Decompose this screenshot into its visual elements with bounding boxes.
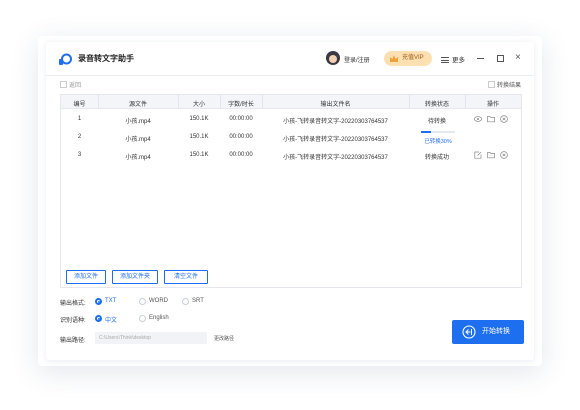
progress-label: 已转换30% xyxy=(424,139,452,145)
crown-icon xyxy=(390,55,398,62)
header-index: 编号 xyxy=(73,102,86,108)
cell-size: 150.1K xyxy=(189,116,209,122)
vip-label: 充值VIP xyxy=(402,55,424,61)
more-menu[interactable]: 更多 xyxy=(441,54,465,64)
edit-icon[interactable] xyxy=(474,151,482,159)
app-title: 录音转文字助手 xyxy=(78,54,134,63)
delete-icon[interactable] xyxy=(500,151,508,159)
header-size: 大小 xyxy=(192,102,205,108)
cell-source: 小孩.mp4 xyxy=(125,119,151,125)
cell-index: 3 xyxy=(77,152,82,158)
cell-output: 小孩-飞转录音转文字-20220303764537 xyxy=(283,119,388,125)
login-link[interactable]: 登录/注册 xyxy=(344,55,370,64)
back-icon xyxy=(60,81,67,88)
language-english-radio[interactable] xyxy=(139,315,146,322)
language-chinese-label[interactable]: 中文 xyxy=(105,315,117,324)
cell-size: 150.1K xyxy=(189,134,209,140)
language-label: 识别语种: xyxy=(60,318,86,324)
convert-icon xyxy=(462,325,476,339)
header-actions: 操作 xyxy=(486,102,499,108)
cell-duration: 00:00:00 xyxy=(229,134,253,140)
eye-icon[interactable] xyxy=(474,115,482,123)
clear-files-button[interactable]: 清空文件 xyxy=(164,270,208,284)
format-word-label[interactable]: WORD xyxy=(149,298,168,304)
cell-duration: 00:00:00 xyxy=(229,116,253,122)
folder-icon xyxy=(488,81,495,88)
language-english-label[interactable]: English xyxy=(149,315,169,321)
cell-source: 小孩.mp4 xyxy=(125,137,151,143)
cell-output: 小孩-飞转录音转文字-20220303764537 xyxy=(283,137,388,143)
header-duration: 字数/时长 xyxy=(228,102,254,108)
table-row[interactable]: 2 小孩.mp4 150.1K 00:00:00 小孩-飞转录音转文字-2022… xyxy=(61,129,521,147)
add-folder-button[interactable]: 添加文件夹 xyxy=(112,270,158,284)
cell-status: 待转换 xyxy=(427,119,446,125)
cell-duration: 00:00:00 xyxy=(229,152,253,158)
more-label: 更多 xyxy=(452,57,465,64)
cell-index: 2 xyxy=(77,134,82,140)
format-srt-label[interactable]: SRT xyxy=(192,298,204,304)
table-header: 编号 源文件 大小 字数/时长 输出文件名 转换状态 操作 xyxy=(61,95,521,109)
cell-source: 小孩.mp4 xyxy=(125,155,151,161)
folder-icon[interactable] xyxy=(487,151,495,159)
app-window: 录音转文字助手 登录/注册 充值VIP 更多 × 返回 转换结果 编号 源文件 … xyxy=(46,42,534,360)
header-output: 输出文件名 xyxy=(320,102,351,108)
table-row[interactable]: 1 小孩.mp4 150.1K 00:00:00 小孩-飞转录音转文字-2022… xyxy=(61,111,521,129)
vip-button[interactable]: 充值VIP xyxy=(384,51,432,66)
format-txt-radio[interactable] xyxy=(95,298,102,305)
start-convert-button[interactable]: 开始转换 xyxy=(452,320,524,344)
title-bar: 录音转文字助手 登录/注册 充值VIP 更多 × xyxy=(46,42,534,76)
close-icon[interactable]: × xyxy=(515,53,521,63)
cell-output: 小孩-飞转录音转文字-20220303764537 xyxy=(283,155,388,161)
format-srt-radio[interactable] xyxy=(182,298,189,305)
minimize-icon[interactable] xyxy=(477,58,484,59)
result-button[interactable]: 转换结果 xyxy=(488,80,521,89)
language-chinese-radio[interactable] xyxy=(95,315,102,322)
cell-index: 1 xyxy=(77,116,82,122)
app-logo-icon xyxy=(59,53,72,65)
path-label: 输出路径: xyxy=(60,338,86,344)
header-source: 源文件 xyxy=(128,102,147,108)
cell-status: 转换成功 xyxy=(424,155,449,161)
format-word-radio[interactable] xyxy=(139,298,146,305)
result-label: 转换结果 xyxy=(497,83,522,89)
format-txt-label[interactable]: TXT xyxy=(105,298,116,304)
start-label: 开始转换 xyxy=(482,328,510,335)
change-path-link[interactable]: 更改路径 xyxy=(214,335,234,342)
maximize-icon[interactable] xyxy=(497,55,504,62)
back-button[interactable]: 返回 xyxy=(60,80,81,89)
folder-icon[interactable] xyxy=(487,115,495,123)
output-path-input[interactable] xyxy=(95,332,207,344)
menu-icon xyxy=(441,57,449,63)
delete-icon[interactable] xyxy=(500,115,508,123)
format-label: 输出格式: xyxy=(60,301,86,307)
header-status: 转换状态 xyxy=(424,102,449,108)
file-table: 编号 源文件 大小 字数/时长 输出文件名 转换状态 操作 1 小孩.mp4 1… xyxy=(60,94,522,288)
back-label: 返回 xyxy=(69,83,82,89)
progress-bar xyxy=(421,131,455,133)
add-file-button[interactable]: 添加文件 xyxy=(66,270,106,284)
progress-fill xyxy=(421,131,432,133)
cell-size: 150.1K xyxy=(189,152,209,158)
user-avatar-icon[interactable] xyxy=(326,51,340,65)
table-row[interactable]: 3 小孩.mp4 150.1K 00:00:00 小孩-飞转录音转文字-2022… xyxy=(61,147,521,165)
